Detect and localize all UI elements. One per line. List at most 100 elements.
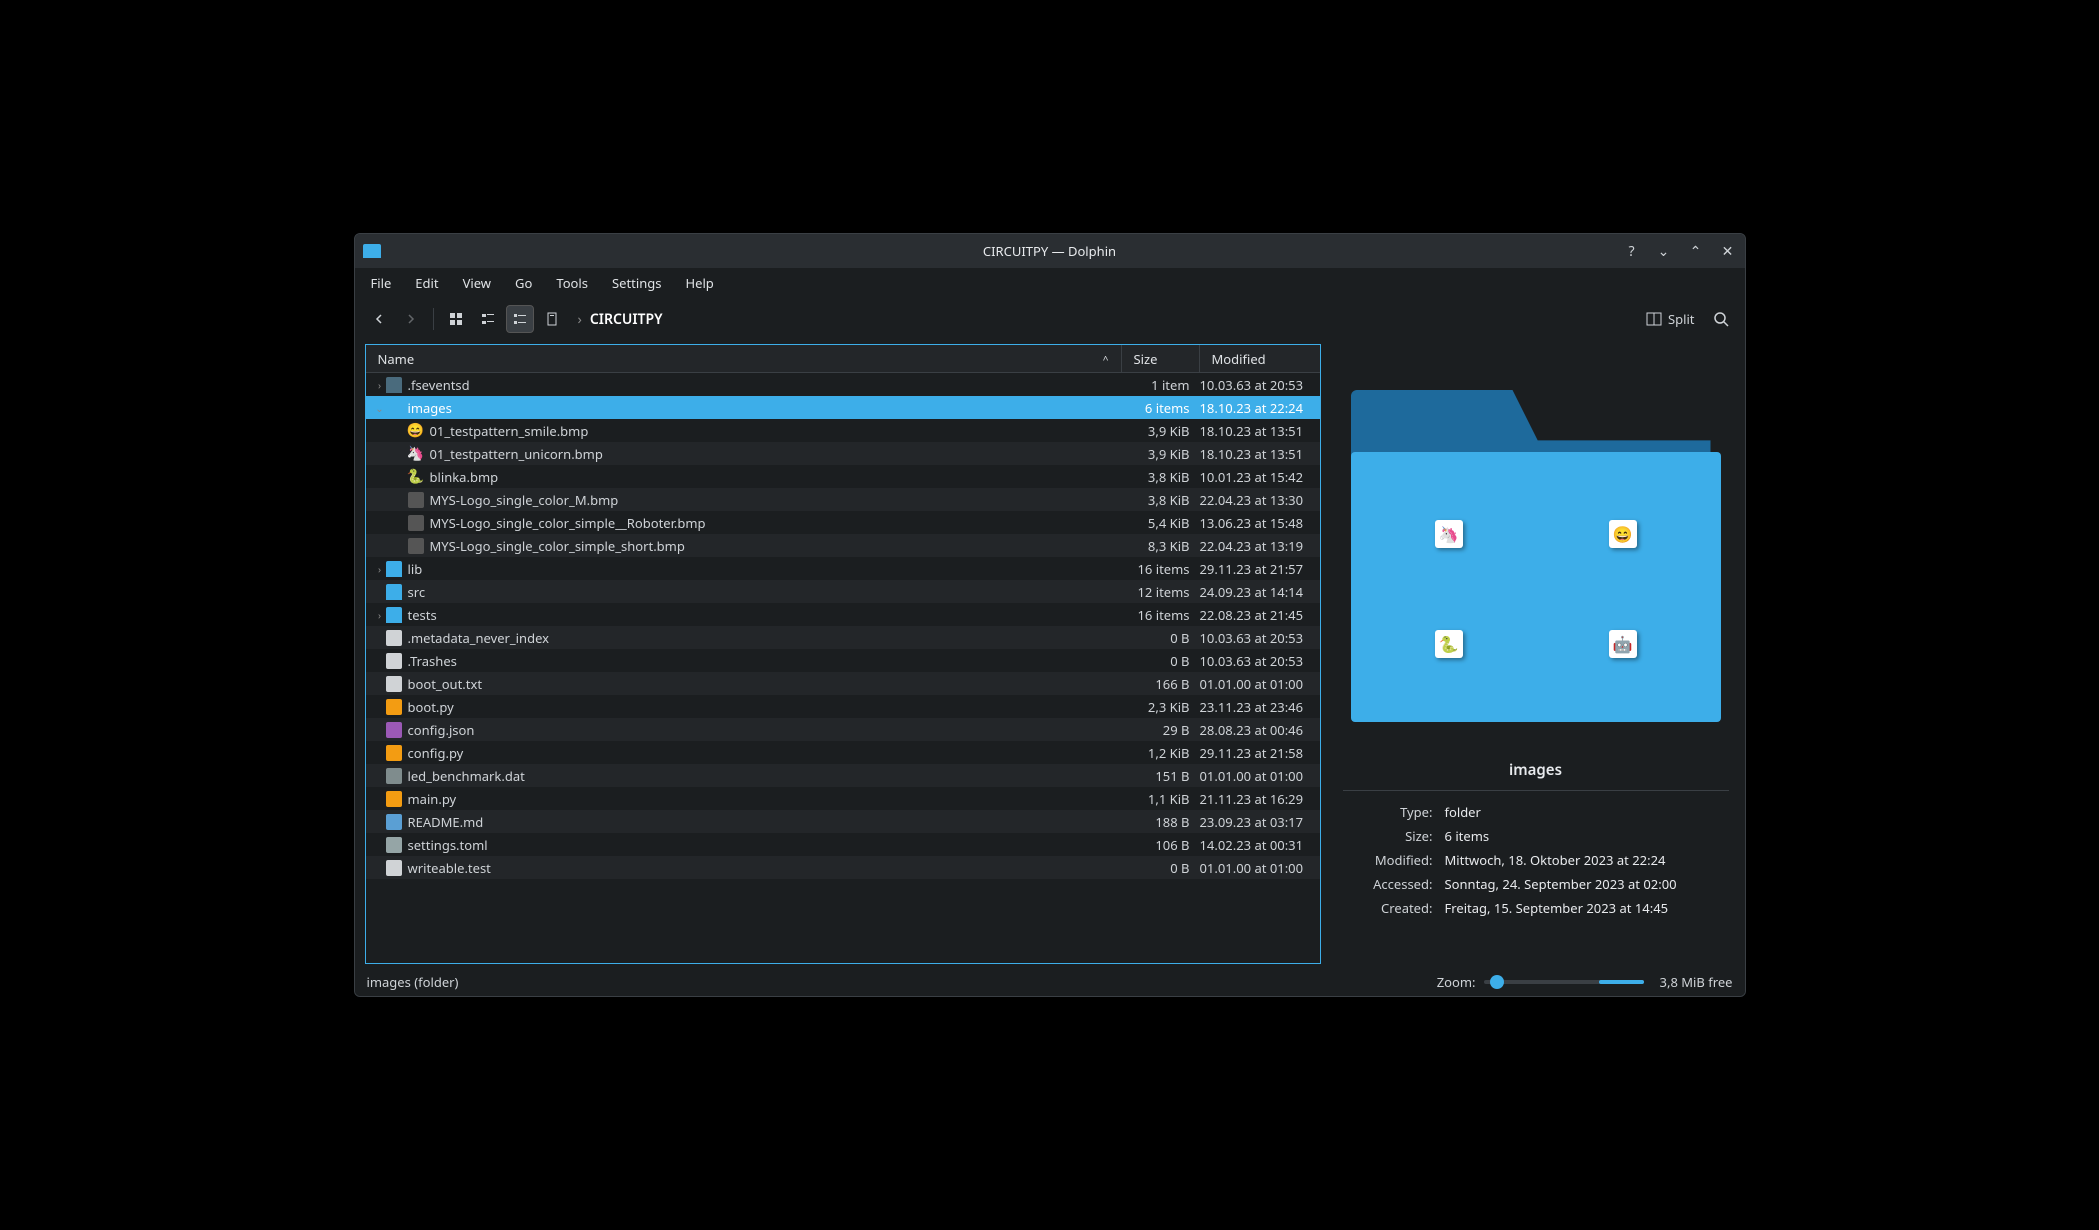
file-row[interactable]: settings.toml 106 B14.02.23 at 00:31: [366, 833, 1320, 856]
info-type-value: folder: [1445, 803, 1729, 821]
back-button[interactable]: [365, 305, 393, 333]
file-modified: 22.08.23 at 21:45: [1200, 606, 1320, 624]
view-compact-button[interactable]: [474, 305, 502, 333]
url-nav-button[interactable]: [538, 305, 566, 333]
expander-icon[interactable]: ›: [374, 378, 386, 392]
maximize-icon[interactable]: ⌃: [1687, 242, 1705, 261]
view-icons-button[interactable]: [442, 305, 470, 333]
file-modified: 10.03.63 at 20:53: [1200, 652, 1320, 670]
file-modified: 10.03.63 at 20:53: [1200, 629, 1320, 647]
file-modified: 23.11.23 at 23:46: [1200, 698, 1320, 716]
file-modified: 18.10.23 at 13:51: [1200, 422, 1320, 440]
expander-icon[interactable]: ›: [374, 608, 386, 622]
zoom-slider[interactable]: [1484, 980, 1644, 984]
file-row[interactable]: 😄01_testpattern_smile.bmp3,9 KiB18.10.23…: [366, 419, 1320, 442]
file-row[interactable]: 🐍blinka.bmp3,8 KiB10.01.23 at 15:42: [366, 465, 1320, 488]
forward-button[interactable]: [397, 305, 425, 333]
file-name: MYS-Logo_single_color_simple__Roboter.bm…: [430, 514, 706, 532]
minimize-icon[interactable]: ⌄: [1655, 242, 1673, 261]
file-modified: 29.11.23 at 21:58: [1200, 744, 1320, 762]
file-name: led_benchmark.dat: [408, 767, 525, 785]
info-created-label: Created:: [1343, 899, 1433, 917]
info-created-value: Freitag, 15. September 2023 at 14:45: [1445, 899, 1729, 917]
file-name: 01_testpattern_smile.bmp: [430, 422, 589, 440]
file-name: MYS-Logo_single_color_M.bmp: [430, 491, 619, 509]
file-size: 1,1 KiB: [1122, 790, 1200, 808]
file-modified: 13.06.23 at 15:48: [1200, 514, 1320, 532]
dolphin-window: CIRCUITPY — Dolphin ? ⌄ ⌃ ✕ File Edit Vi…: [354, 233, 1746, 997]
preview-thumb: 🦄: [1435, 520, 1463, 548]
chevron-right-icon: ›: [578, 310, 582, 329]
file-row[interactable]: ›.fseventsd1 item10.03.63 at 20:53: [366, 373, 1320, 396]
emoji-icon: 🐍: [408, 469, 424, 485]
file-name: boot_out.txt: [408, 675, 483, 693]
menu-go[interactable]: Go: [505, 270, 542, 296]
file-modified: 18.10.23 at 22:24: [1200, 399, 1320, 417]
split-button[interactable]: Split: [1646, 310, 1695, 328]
column-header-modified[interactable]: Modified: [1200, 345, 1320, 372]
menu-file[interactable]: File: [361, 270, 402, 296]
statusbar: images (folder) Zoom: 3,8 MiB free: [355, 968, 1745, 996]
file-size: 166 B: [1122, 675, 1200, 693]
view-details-button[interactable]: [506, 305, 534, 333]
file-row[interactable]: config.py1,2 KiB29.11.23 at 21:58: [366, 741, 1320, 764]
menu-tools[interactable]: Tools: [546, 270, 598, 296]
file-generic-icon: [386, 837, 402, 853]
menu-help[interactable]: Help: [675, 270, 723, 296]
folder-icon: [386, 400, 402, 416]
status-selection: images (folder): [367, 973, 459, 991]
file-row[interactable]: led_benchmark.dat151 B01.01.00 at 01:00: [366, 764, 1320, 787]
bmp-icon: [408, 492, 424, 508]
file-row[interactable]: MYS-Logo_single_color_simple__Roboter.bm…: [366, 511, 1320, 534]
file-txt-icon: [386, 676, 402, 692]
expander-icon[interactable]: ›: [374, 562, 386, 576]
file-row[interactable]: main.py1,1 KiB21.11.23 at 16:29: [366, 787, 1320, 810]
menubar: File Edit View Go Tools Settings Help: [355, 268, 1745, 298]
search-button[interactable]: [1707, 305, 1735, 333]
file-name: MYS-Logo_single_color_simple_short.bmp: [430, 537, 685, 555]
file-row[interactable]: ›tests16 items22.08.23 at 21:45: [366, 603, 1320, 626]
close-icon[interactable]: ✕: [1719, 242, 1737, 261]
column-header-size[interactable]: Size: [1122, 345, 1200, 372]
file-name: config.json: [408, 721, 475, 739]
file-row[interactable]: README.md188 B23.09.23 at 03:17: [366, 810, 1320, 833]
file-row[interactable]: writeable.test0 B01.01.00 at 01:00: [366, 856, 1320, 879]
menu-settings[interactable]: Settings: [602, 270, 671, 296]
zoom-label: Zoom:: [1437, 973, 1476, 991]
file-row[interactable]: ›lib16 items29.11.23 at 21:57: [366, 557, 1320, 580]
preview-thumb: 🤖: [1609, 630, 1637, 658]
file-row[interactable]: src12 items24.09.23 at 14:14: [366, 580, 1320, 603]
file-md-icon: [386, 814, 402, 830]
file-row[interactable]: .metadata_never_index0 B10.03.63 at 20:5…: [366, 626, 1320, 649]
file-row[interactable]: 🦄01_testpattern_unicorn.bmp3,9 KiB18.10.…: [366, 442, 1320, 465]
file-size: 106 B: [1122, 836, 1200, 854]
file-size: 16 items: [1122, 560, 1200, 578]
file-row[interactable]: MYS-Logo_single_color_simple_short.bmp8,…: [366, 534, 1320, 557]
expander-icon[interactable]: ⌄: [374, 401, 386, 415]
file-row[interactable]: boot_out.txt 166 B01.01.00 at 01:00: [366, 672, 1320, 695]
emoji-icon: 🦄: [408, 446, 424, 462]
column-header-name[interactable]: Name ^: [366, 345, 1122, 372]
file-modified: 01.01.00 at 01:00: [1200, 675, 1320, 693]
file-row[interactable]: ⌄images6 items18.10.23 at 22:24: [366, 396, 1320, 419]
file-size: 12 items: [1122, 583, 1200, 601]
menu-view[interactable]: View: [453, 270, 501, 296]
file-row[interactable]: MYS-Logo_single_color_M.bmp3,8 KiB22.04.…: [366, 488, 1320, 511]
help-icon[interactable]: ?: [1623, 242, 1641, 261]
file-name: src: [408, 583, 426, 601]
menu-edit[interactable]: Edit: [405, 270, 448, 296]
breadcrumb[interactable]: › CIRCUITPY: [578, 310, 663, 329]
file-size: 5,4 KiB: [1122, 514, 1200, 532]
breadcrumb-current[interactable]: CIRCUITPY: [590, 310, 663, 329]
file-list[interactable]: ›.fseventsd1 item10.03.63 at 20:53⌄image…: [366, 373, 1320, 963]
file-modified: 22.04.23 at 13:30: [1200, 491, 1320, 509]
file-modified: 14.02.23 at 00:31: [1200, 836, 1320, 854]
file-name: settings.toml: [408, 836, 488, 854]
file-modified: 21.11.23 at 16:29: [1200, 790, 1320, 808]
file-row[interactable]: config.json29 B28.08.23 at 00:46: [366, 718, 1320, 741]
file-name: .fseventsd: [408, 376, 470, 394]
file-name: blinka.bmp: [430, 468, 499, 486]
file-row[interactable]: .Trashes0 B10.03.63 at 20:53: [366, 649, 1320, 672]
file-row[interactable]: boot.py2,3 KiB23.11.23 at 23:46: [366, 695, 1320, 718]
file-size: 1,2 KiB: [1122, 744, 1200, 762]
